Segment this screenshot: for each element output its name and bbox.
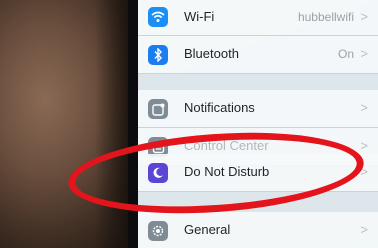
bluetooth-value: On (337, 47, 354, 61)
gear-icon (148, 221, 168, 241)
wifi-row[interactable]: Wi-Fi hubbellwifi > (138, 0, 378, 36)
chevron-right-icon: > (360, 138, 368, 153)
wifi-icon (148, 7, 168, 27)
section-gap (138, 74, 378, 90)
bluetooth-label: Bluetooth (184, 46, 239, 61)
chevron-right-icon: > (360, 9, 368, 24)
general-label: General (184, 222, 231, 237)
bluetooth-icon (148, 45, 168, 65)
chevron-right-icon: > (360, 222, 368, 237)
notifications-row[interactable]: Notifications > (138, 90, 378, 128)
notifications-label: Notifications (184, 100, 255, 115)
general-row[interactable]: General > (138, 212, 378, 248)
chevron-right-icon: > (360, 100, 368, 115)
notifications-icon (148, 99, 168, 119)
chevron-right-icon: > (360, 46, 368, 61)
wifi-label: Wi-Fi (184, 9, 215, 24)
bluetooth-row[interactable]: Bluetooth On > (138, 36, 378, 74)
wifi-value: hubbellwifi (297, 10, 354, 24)
